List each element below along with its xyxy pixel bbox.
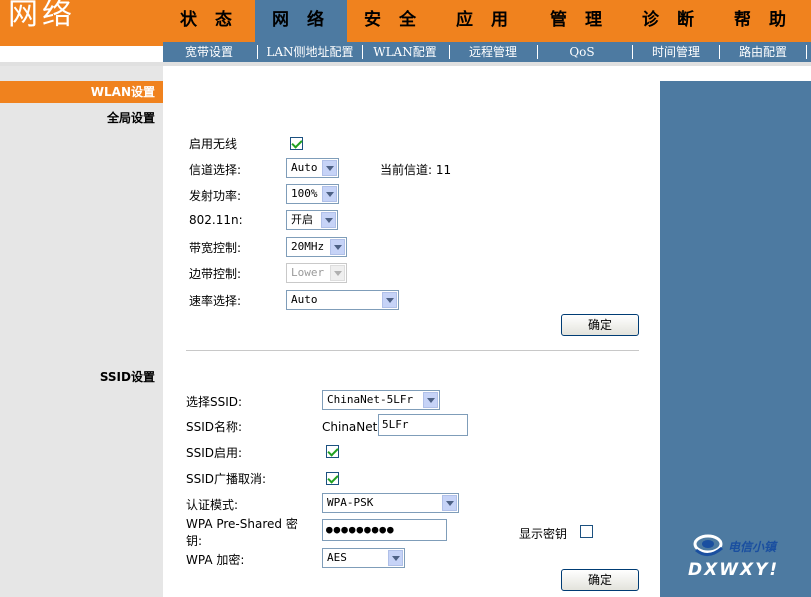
sideband-select: Lower bbox=[286, 263, 347, 283]
bandwidth-select-value: 20MHz bbox=[291, 240, 325, 253]
sub-nav: 宽带设置 LAN侧地址配置 WLAN配置 远程管理 QoS 时间管理 路由配置 bbox=[163, 42, 811, 62]
ssid-enable-label: SSID启用: bbox=[186, 446, 243, 460]
psk-label: WPA Pre-Shared 密 bbox=[186, 517, 298, 531]
encryption-label: WPA 加密: bbox=[186, 553, 245, 567]
bandwidth-select[interactable]: 20MHz bbox=[286, 237, 347, 257]
nav-tab-security[interactable]: 安 全 bbox=[347, 0, 439, 42]
auth-mode-select-value: WPA-PSK bbox=[327, 496, 374, 509]
subnav-lan-address[interactable]: LAN侧地址配置 bbox=[259, 42, 361, 62]
bandwidth-label: 带宽控制: bbox=[189, 241, 242, 255]
power-label: 发射功率: bbox=[189, 189, 242, 203]
subnav-routing[interactable]: 路由配置 bbox=[721, 42, 805, 62]
watermark-text-bottom: DXWXY! bbox=[688, 560, 780, 580]
chevron-down-icon bbox=[330, 239, 345, 255]
chevron-down-icon bbox=[330, 265, 345, 281]
psk-label-continued: 钥: bbox=[186, 534, 203, 548]
chevron-down-icon bbox=[423, 392, 438, 408]
current-channel-label: 当前信道: 11 bbox=[380, 163, 452, 177]
nav-tab-diagnosis[interactable]: 诊 断 bbox=[627, 0, 715, 42]
encryption-select[interactable]: AES bbox=[322, 548, 405, 568]
subnav-separator bbox=[719, 45, 720, 59]
ssid-name-prefix: ChinaNet- bbox=[322, 420, 382, 434]
nav-tab-status[interactable]: 状 态 bbox=[163, 0, 255, 42]
subnav-separator bbox=[632, 45, 633, 59]
ssid-confirm-button[interactable]: 确定 bbox=[561, 569, 639, 591]
watermark-logo: 电信小镇 DXWXY! bbox=[688, 528, 808, 584]
subnav-separator bbox=[806, 45, 807, 59]
watermark-text-top: 电信小镇 bbox=[728, 540, 777, 554]
chevron-down-icon bbox=[322, 160, 337, 176]
n-mode-select[interactable]: 开启 bbox=[286, 210, 338, 230]
channel-select[interactable]: Auto bbox=[286, 158, 339, 178]
power-select[interactable]: 100% bbox=[286, 184, 339, 204]
nav-tab-help[interactable]: 帮 助 bbox=[715, 0, 811, 42]
chevron-down-icon bbox=[382, 292, 397, 308]
auth-mode-label: 认证模式: bbox=[186, 498, 239, 512]
chevron-down-icon bbox=[321, 212, 336, 228]
psk-input[interactable]: ●●●●●●●●● bbox=[322, 519, 447, 541]
sidebar-item-wlan-settings[interactable]: WLAN设置 bbox=[0, 81, 163, 103]
brand-title: 网络 bbox=[8, 0, 76, 32]
ssid-name-label: SSID名称: bbox=[186, 420, 243, 434]
show-key-checkbox[interactable] bbox=[580, 525, 593, 538]
subnav-wlan[interactable]: WLAN配置 bbox=[363, 42, 447, 62]
chevron-down-icon bbox=[442, 495, 457, 511]
sideband-label: 边带控制: bbox=[189, 267, 242, 281]
rate-select[interactable]: Auto bbox=[286, 290, 399, 310]
rate-select-value: Auto bbox=[291, 293, 318, 306]
ssid-broadcast-checkbox[interactable] bbox=[326, 472, 339, 485]
sideband-select-value: Lower bbox=[291, 266, 325, 279]
subnav-qos[interactable]: QoS bbox=[539, 42, 625, 62]
chevron-down-icon bbox=[322, 186, 337, 202]
ssid-select-value: ChinaNet-5LFr bbox=[327, 393, 414, 406]
right-panel bbox=[660, 81, 811, 597]
subnav-broadband[interactable]: 宽带设置 bbox=[163, 42, 255, 62]
global-confirm-button[interactable]: 确定 bbox=[561, 314, 639, 336]
enable-wireless-checkbox[interactable] bbox=[290, 137, 303, 150]
ssid-select[interactable]: ChinaNet-5LFr bbox=[322, 390, 440, 410]
ssid-select-label: 选择SSID: bbox=[186, 395, 243, 409]
enable-wireless-label: 启用无线 bbox=[189, 137, 238, 151]
encryption-select-value: AES bbox=[327, 551, 347, 564]
ssid-enable-checkbox[interactable] bbox=[326, 445, 339, 458]
channel-label: 信道选择: bbox=[189, 163, 242, 177]
sidebar-section-ssid: SSID设置 bbox=[99, 370, 155, 384]
show-key-label: 显示密钥 bbox=[519, 527, 568, 541]
main-nav: 状 态 网 络 安 全 应 用 管 理 诊 断 帮 助 bbox=[163, 0, 811, 42]
rate-label: 速率选择: bbox=[189, 294, 242, 308]
auth-mode-select[interactable]: WPA-PSK bbox=[322, 493, 459, 513]
subnav-time-management[interactable]: 时间管理 bbox=[635, 42, 717, 62]
ssid-broadcast-label: SSID广播取消: bbox=[186, 472, 267, 486]
subnav-separator bbox=[257, 45, 258, 59]
nav-tab-application[interactable]: 应 用 bbox=[439, 0, 531, 42]
nav-tab-network[interactable]: 网 络 bbox=[255, 0, 347, 42]
subnav-separator bbox=[537, 45, 538, 59]
power-select-value: 100% bbox=[291, 187, 318, 200]
n-mode-select-value: 开启 bbox=[291, 213, 313, 226]
channel-select-value: Auto bbox=[291, 161, 318, 174]
nav-tab-management[interactable]: 管 理 bbox=[531, 0, 627, 42]
sidebar-section-global: 全局设置 bbox=[106, 111, 155, 125]
subnav-separator bbox=[449, 45, 450, 59]
chevron-down-icon bbox=[388, 550, 403, 566]
n-mode-label: 802.11n: bbox=[189, 213, 243, 227]
sidebar: 全局设置 SSID设置 bbox=[0, 66, 163, 597]
subnav-remote-management[interactable]: 远程管理 bbox=[451, 42, 535, 62]
section-divider bbox=[186, 350, 639, 351]
ssid-name-input[interactable]: 5LFr bbox=[378, 414, 468, 436]
